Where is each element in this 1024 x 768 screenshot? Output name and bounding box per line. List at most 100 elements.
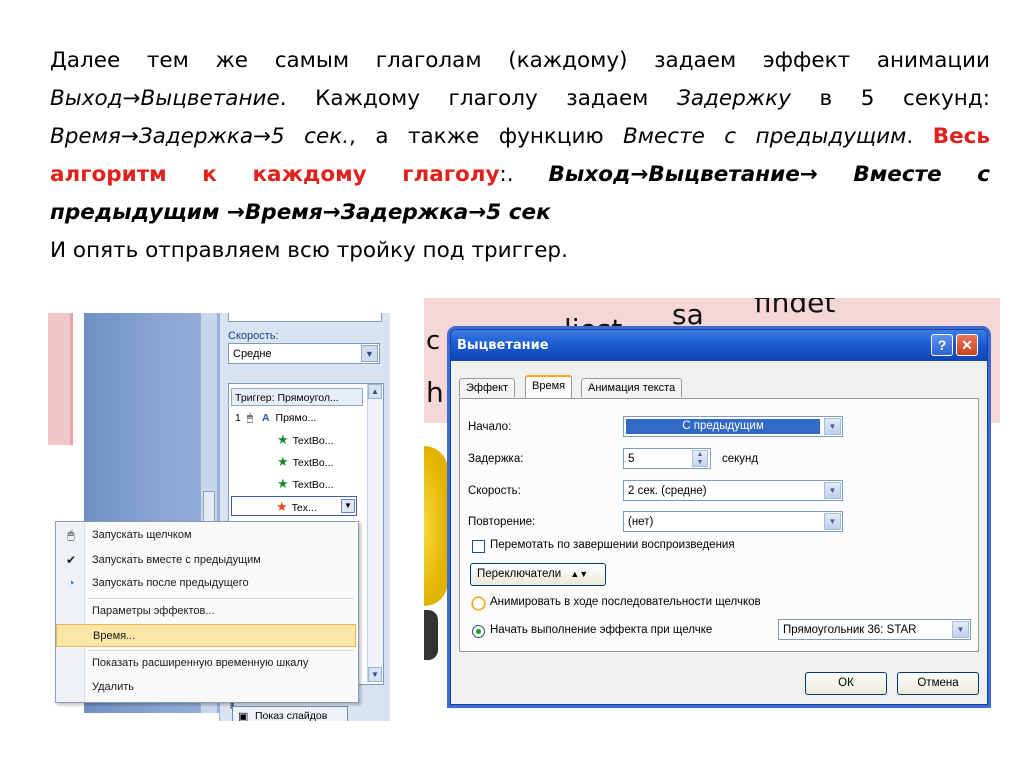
list-scrollbar[interactable]: ▲ ▼ <box>367 384 383 682</box>
menu-item-label: Показать расширенную временную шкалу <box>92 657 309 669</box>
chevron-down-icon[interactable]: ▼ <box>361 345 378 362</box>
slideshow-label: Показ слайдов <box>255 710 328 721</box>
mouse-icon: 🖱 <box>246 412 254 424</box>
speed-label: Скорость: <box>468 485 521 497</box>
slide-letter: h <box>426 376 444 409</box>
slideshow-button[interactable]: ▣ Показ слайдов <box>232 706 348 721</box>
text-segment-italic: Выход→Выцветание <box>50 86 280 111</box>
text-segment-italic: Вместе с предыдущим <box>623 124 907 149</box>
menu-item-label: Время... <box>93 630 136 642</box>
animate-sequence-radio[interactable] <box>472 597 485 610</box>
star-effect-icon: ★ <box>277 432 289 447</box>
context-menu: 🖱 Запускать щелчком ✔ Запускать вместе с… <box>55 521 359 703</box>
star-effect-icon: ★ <box>277 476 289 491</box>
tab-text-animation[interactable]: Анимация текста <box>581 378 683 397</box>
menu-item-effect-options[interactable]: Параметры эффектов... <box>56 600 356 623</box>
menu-item-start-after-previous[interactable]: ◔ Запускать после предыдущего <box>56 572 356 595</box>
animate-sequence-label: Анимировать в ходе последовательности ще… <box>490 596 761 608</box>
menu-item-start-on-click[interactable]: 🖱 Запускать щелчком <box>56 524 356 547</box>
chevron-down-icon[interactable]: ▼ <box>824 513 841 530</box>
prev-field <box>228 313 382 322</box>
tab-effect[interactable]: Эффект <box>459 378 516 397</box>
expand-icon: ▲▼ <box>570 569 589 579</box>
chevron-down-icon[interactable]: ▼ <box>824 418 841 435</box>
menu-item-label: Удалить <box>92 681 134 693</box>
triggers-label: Переключатели <box>477 568 562 580</box>
menu-item-timing[interactable]: Время... <box>56 624 356 647</box>
trigger-target-select[interactable]: Прямоугольник 36: STAR ▼ <box>778 619 971 640</box>
star-effect-icon: ★ <box>277 454 289 469</box>
menu-item-label: Запускать щелчком <box>92 529 192 541</box>
checkmark-icon: ✔ <box>65 553 77 567</box>
repeat-select[interactable]: (нет) ▼ <box>623 511 843 532</box>
menu-item-remove[interactable]: Удалить <box>56 676 356 699</box>
tab-timing[interactable]: Время <box>525 375 573 398</box>
cancel-button[interactable]: Отмена <box>897 672 979 695</box>
text-segment: И опять отправляем всю тройку под тригге… <box>50 238 568 263</box>
menu-item-start-with-previous[interactable]: ✔ Запускать вместе с предыдущим <box>56 549 356 572</box>
text-segment-italic: Задержку <box>677 86 791 111</box>
menu-separator <box>88 598 354 599</box>
item-label: Прямо... <box>275 412 317 424</box>
slide-letter: с <box>426 326 441 356</box>
chevron-down-icon[interactable]: ▼ <box>824 482 841 499</box>
menu-item-label: Параметры эффектов... <box>92 605 215 617</box>
mouse-icon: 🖱 <box>67 528 75 542</box>
menu-item-label: Запускать вместе с предыдущим <box>92 554 261 566</box>
text-segment: . Каждому глаголу задаем <box>279 86 649 111</box>
smiley-image <box>424 446 448 606</box>
close-icon[interactable]: ✕ <box>956 334 978 356</box>
start-on-click-radio[interactable] <box>472 625 485 638</box>
text-segment: . <box>906 124 914 149</box>
instruction-paragraph: Далее тем же самым глаголам (каждому) за… <box>50 42 990 270</box>
start-value: С предыдущим <box>626 419 820 434</box>
ok-label: ОК <box>838 677 854 689</box>
right-screenshot: liest sa findet с h Выцветание ? ✕ Эффек… <box>424 298 1000 723</box>
triggers-button[interactable]: Переключатели ▲▼ <box>470 563 606 586</box>
menu-item-show-timeline[interactable]: Показать расширенную временную шкалу <box>56 652 356 675</box>
scroll-down-icon[interactable]: ▼ <box>368 667 382 682</box>
ok-button[interactable]: ОК <box>805 672 887 695</box>
chevron-down-icon[interactable]: ▼ <box>341 499 355 513</box>
delay-value: 5 <box>628 453 635 465</box>
item-label: TextBo... <box>292 479 334 491</box>
list-item-selected[interactable]: ★ Tex... ▼ <box>231 496 357 516</box>
item-number: 1 <box>235 412 241 424</box>
dialog-title: Выцветание <box>451 330 987 361</box>
speed-combo[interactable]: Средне ▼ <box>228 343 380 364</box>
item-label: TextBo... <box>292 435 334 447</box>
menu-item-label: Запускать после предыдущего <box>92 577 249 589</box>
trigger-header[interactable]: Триггер: Прямоугол... <box>231 388 363 406</box>
scroll-up-icon[interactable]: ▲ <box>368 384 382 399</box>
item-label: TextBo... <box>292 457 334 469</box>
cancel-label: Отмена <box>917 677 959 689</box>
list-item[interactable]: ★ TextBo... <box>277 474 334 494</box>
repeat-value: (нет) <box>628 516 654 528</box>
list-item[interactable]: ★ TextBo... <box>277 430 334 450</box>
start-select[interactable]: С предыдущим ▼ <box>623 416 843 437</box>
delay-unit: секунд <box>722 453 759 465</box>
text-segment: , а также функцию <box>349 124 604 149</box>
rewind-label: Перемотать по завершении воспроизведения <box>490 539 735 551</box>
text-segment: в 5 секунд: <box>819 86 990 111</box>
list-item[interactable]: ★ TextBo... <box>277 452 334 472</box>
star-effect-icon: ★ <box>276 499 288 514</box>
trigger-target-value: Прямоугольник 36: STAR <box>783 624 917 636</box>
text-effect-icon: A <box>262 412 270 424</box>
dialog-title-text: Выцветание <box>457 338 549 353</box>
slideshow-icon: ▣ <box>238 711 249 721</box>
rewind-checkbox[interactable] <box>472 540 485 553</box>
help-icon[interactable]: ? <box>931 334 953 356</box>
speed-label: Скорость: <box>228 330 279 342</box>
spinner-icon[interactable]: ▲ ▼ <box>692 450 708 467</box>
menu-separator <box>88 650 354 651</box>
slide-word: findet <box>754 298 836 319</box>
figure-image <box>424 610 438 660</box>
speed-value: Средне <box>233 348 272 360</box>
text-segment-italic: Время→Задержка→5 сек. <box>50 124 350 149</box>
list-item[interactable]: 1 🖱 A Прямо... <box>235 408 316 428</box>
text-segment: Далее тем же самым глаголам (каждому) за… <box>50 48 990 73</box>
speed-select[interactable]: 2 сек. (средне) ▼ <box>623 480 843 501</box>
delay-stepper[interactable]: 5 ▲ ▼ <box>623 448 711 469</box>
chevron-down-icon[interactable]: ▼ <box>952 621 969 638</box>
